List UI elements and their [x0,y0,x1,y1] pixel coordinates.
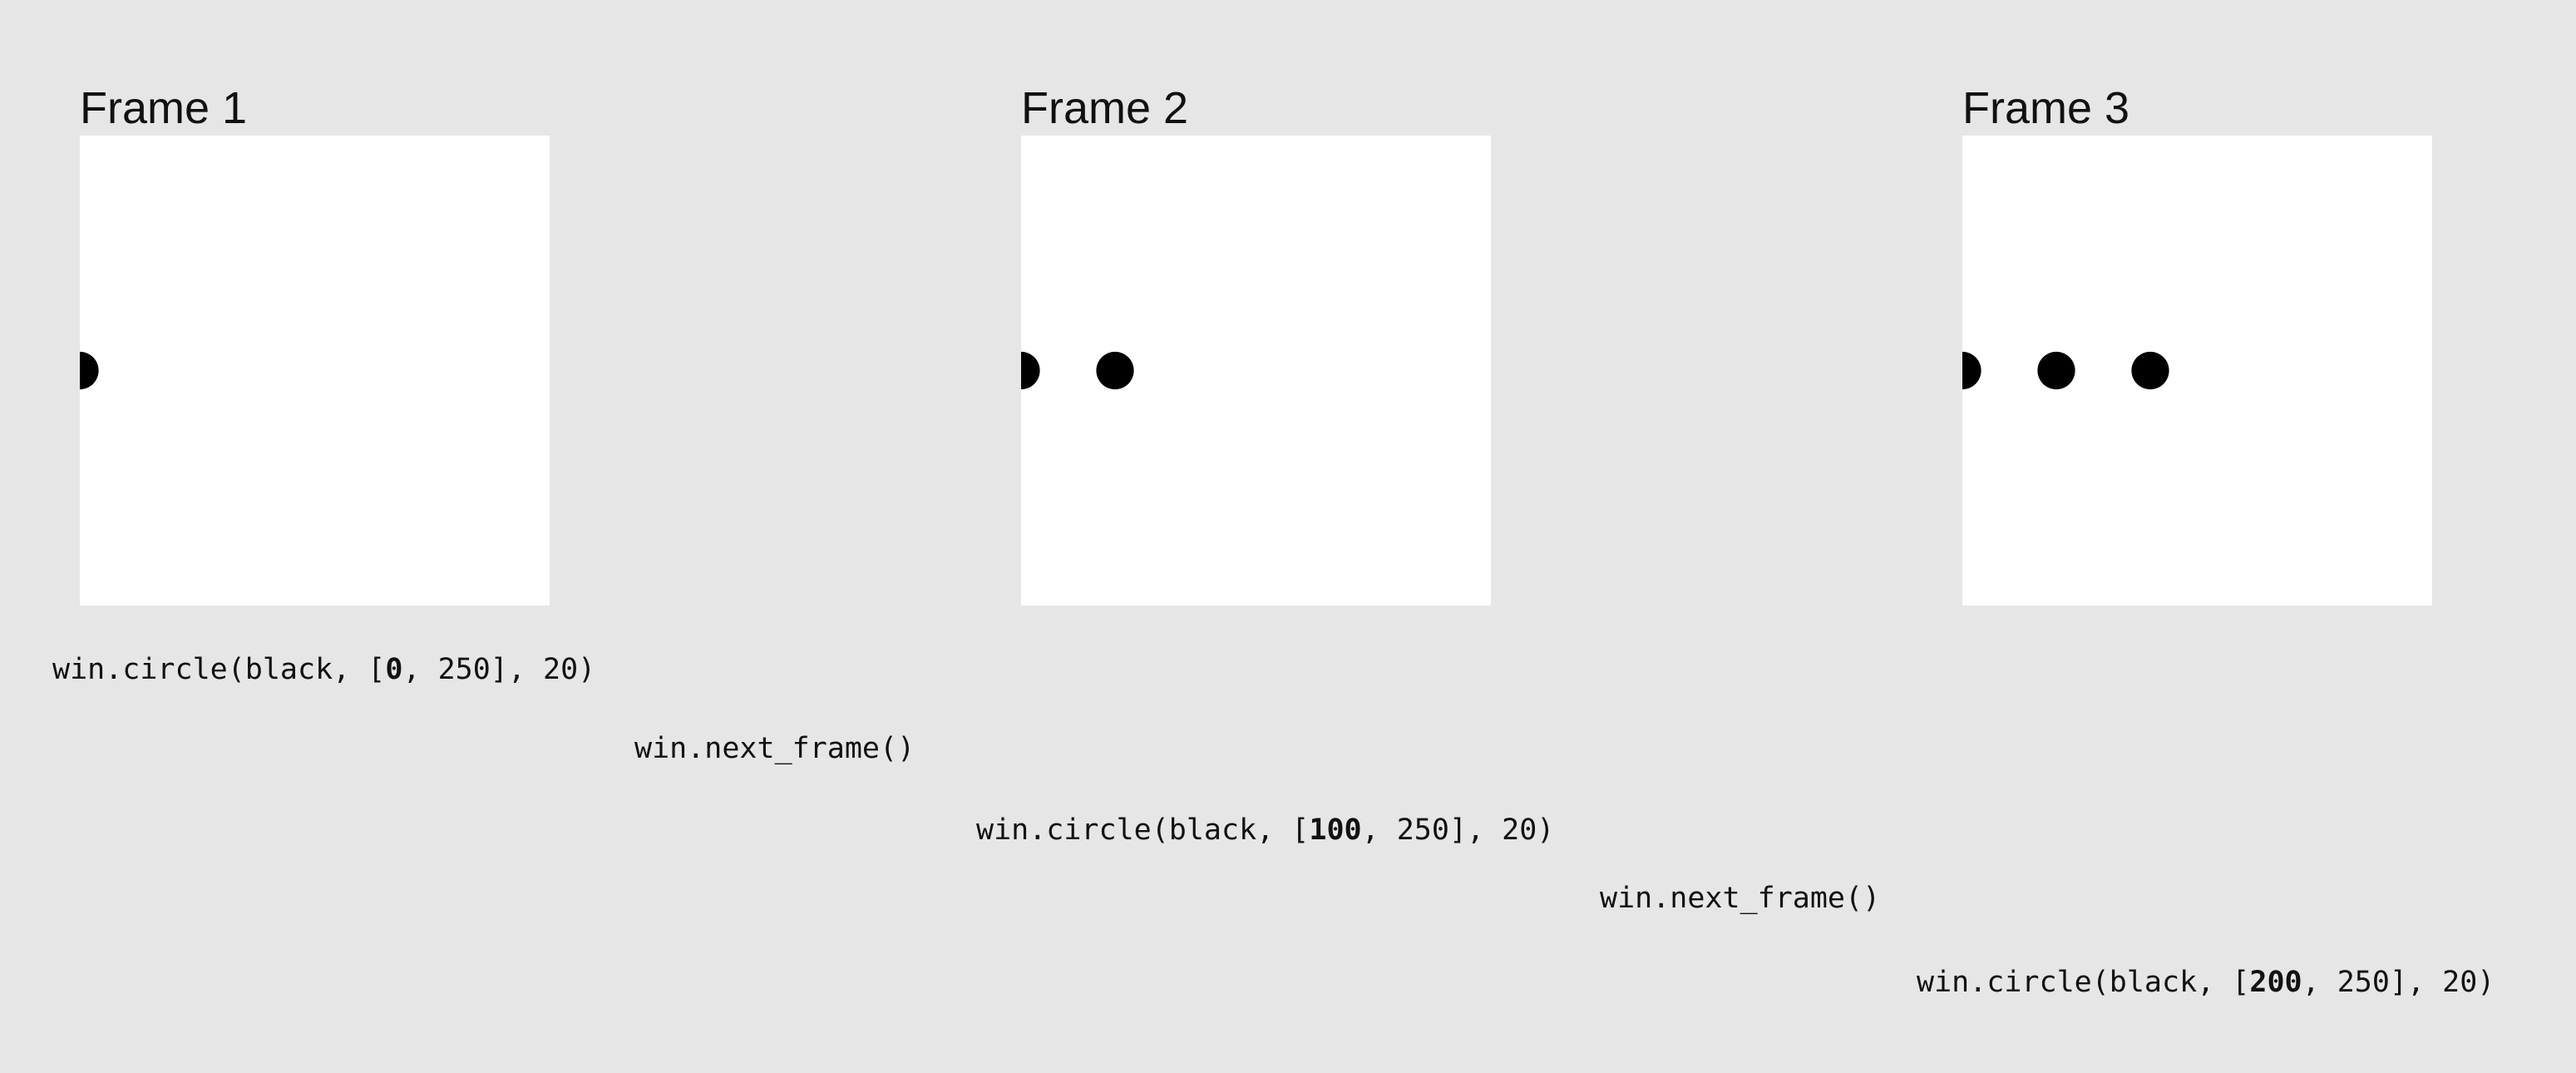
code-prefix: win.circle(black, [ [1917,966,2250,999]
code-line-next-frame-2: win.next_frame() [1600,880,1880,917]
frame-1-drawing [80,351,99,390]
code-prefix: win.circle(black, [ [976,813,1310,847]
code-line-circle-frame-1: win.circle(black, [0, 250], 20) [52,651,595,688]
frame-2-canvas [1021,136,1491,606]
code-prefix: win.next_frame() [1600,882,1881,915]
code-highlight-x: 200 [2249,966,2302,999]
frame-3-title: Frame 3 [1962,83,2130,133]
code-line-circle-frame-2: win.circle(black, [100, 250], 20) [976,812,1554,848]
code-prefix: win.circle(black, [ [52,653,386,686]
code-line-next-frame-1: win.next_frame() [634,730,915,767]
code-prefix: win.next_frame() [634,732,915,765]
frame-1-canvas [80,136,550,606]
code-suffix: , 250], 20) [1361,813,1555,847]
frame-2-title: Frame 2 [1021,83,1189,133]
code-line-circle-frame-3: win.circle(black, [200, 250], 20) [1917,964,2495,1001]
circle-1 [80,351,99,390]
code-highlight-x: 100 [1309,813,1362,847]
code-suffix: , 250], 20) [402,653,596,686]
frame-3-canvas [1962,136,2432,606]
circle-1 [1962,351,1981,390]
circle-3 [2131,351,2169,390]
circle-1 [1021,351,1040,390]
circle-2 [1096,351,1134,390]
code-suffix: , 250], 20) [2302,966,2495,999]
circle-2 [2037,351,2075,390]
frame-2-drawing [1021,351,1134,390]
frame-1-title: Frame 1 [80,83,248,133]
code-highlight-x: 0 [385,653,403,686]
frame-3-drawing [1962,351,2169,390]
